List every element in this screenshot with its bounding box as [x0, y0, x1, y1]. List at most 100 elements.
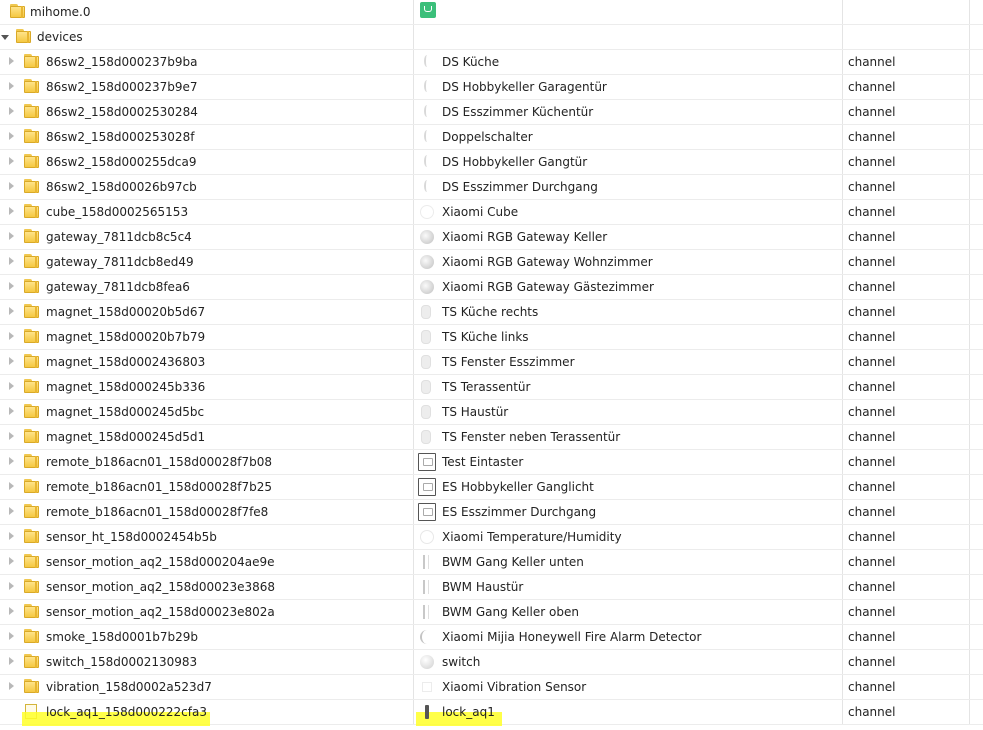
device-type-label: channel: [848, 330, 896, 344]
tree-row-device[interactable]: magnet_158d00020b5d67 TS Küche rechts chan…: [0, 300, 983, 325]
expand-arrow-icon[interactable]: [9, 182, 14, 190]
folder-icon: [24, 629, 40, 644]
folder-icon: [24, 179, 40, 194]
tree-row-device[interactable]: vibration_158d0002a523d7 Xiaomi Vibration…: [0, 675, 983, 700]
tree-row-device[interactable]: lock_aq1_158d000222cfa3 lock_aq1 channel: [0, 700, 983, 726]
expand-arrow-icon[interactable]: [9, 432, 14, 440]
device-type-label: channel: [848, 580, 896, 594]
tree-row-devices[interactable]: devices: [0, 25, 983, 50]
folder-icon: [24, 529, 40, 544]
device-name-label: TS Küche rechts: [442, 305, 539, 319]
folder-icon: [24, 679, 40, 694]
device-type-label: channel: [848, 55, 896, 69]
expand-arrow-icon[interactable]: [9, 232, 14, 240]
device-id-label: remote_b186acn01_158d00028f7b25: [46, 480, 272, 494]
tree-row-device[interactable]: sensor_motion_aq2_158d000204ae9e BWM Gang…: [0, 550, 983, 575]
tree-row-device[interactable]: sensor_motion_aq2_158d00023e3868 BWM Haus…: [0, 575, 983, 600]
device-name-label: TS Terassentür: [442, 380, 531, 394]
expand-arrow-icon[interactable]: [9, 582, 14, 590]
device-type-label: channel: [848, 255, 896, 269]
tree-row-device[interactable]: switch_158d0002130983 switch channel: [0, 650, 983, 675]
remote-device-icon: [418, 478, 436, 496]
device-name-label: switch: [442, 655, 481, 669]
tree-row-device[interactable]: sensor_motion_aq2_158d00023e802a BWM Gang…: [0, 600, 983, 625]
tree-row-device[interactable]: remote_b186acn01_158d00028f7b25 ES Hobbyk…: [0, 475, 983, 500]
device-name-label: BWM Gang Keller unten: [442, 555, 584, 569]
expand-arrow-icon[interactable]: [9, 557, 14, 565]
tree-row-root[interactable]: mihome.0: [0, 0, 983, 25]
device-name-label: Xiaomi Cube: [442, 205, 519, 219]
tree-row-device[interactable]: sensor_ht_158d0002454b5b Xiaomi Temperatu…: [0, 525, 983, 550]
motion-device-icon: [423, 605, 429, 619]
expand-arrow-icon[interactable]: [9, 482, 14, 490]
device-name-label: DS Esszimmer Durchgang: [442, 180, 598, 194]
tree-row-device[interactable]: remote_b186acn01_158d00028f7fe8 ES Esszim…: [0, 500, 983, 525]
expand-arrow-icon[interactable]: [9, 407, 14, 415]
tree-row-device[interactable]: cube_158d0002565153 Xiaomi Cube channel: [0, 200, 983, 225]
expand-arrow-icon[interactable]: [9, 257, 14, 265]
folder-icon: [24, 504, 40, 519]
folder-icon: [24, 654, 40, 669]
device-type-label: channel: [848, 655, 896, 669]
tree-row-device[interactable]: 86sw2_158d000237b9e7 DS Hobbykeller Garag…: [0, 75, 983, 100]
expand-arrow-icon[interactable]: [9, 382, 14, 390]
expand-arrow-icon[interactable]: [9, 107, 14, 115]
tree-row-device[interactable]: gateway_7811dcb8c5c4 Xiaomi RGB Gateway K…: [0, 225, 983, 250]
expand-arrow-icon[interactable]: [9, 157, 14, 165]
expand-arrow-icon[interactable]: [9, 632, 14, 640]
expand-arrow-icon[interactable]: [9, 657, 14, 665]
expand-arrow-icon[interactable]: [9, 332, 14, 340]
expand-arrow-icon[interactable]: [9, 607, 14, 615]
device-id-label: 86sw2_158d000253028f: [46, 130, 195, 144]
magnet-device-icon: [421, 305, 431, 319]
tree-row-device[interactable]: 86sw2_158d000253028f Doppelschalter channe…: [0, 125, 983, 150]
tree-row-device[interactable]: magnet_158d0002436803 TS Fenster Esszimme…: [0, 350, 983, 375]
folder-icon: [24, 379, 40, 394]
expand-arrow-icon[interactable]: [9, 307, 14, 315]
device-name-label: Xiaomi RGB Gateway Keller: [442, 230, 608, 244]
tree-row-device[interactable]: magnet_158d000245b336 TS Terassentür chann…: [0, 375, 983, 400]
expand-arrow-icon[interactable]: [9, 207, 14, 215]
collapse-arrow-icon[interactable]: [1, 35, 9, 40]
expand-arrow-icon[interactable]: [9, 57, 14, 65]
folder-icon: [24, 354, 40, 369]
folder-icon: [24, 229, 40, 244]
tree-row-device[interactable]: magnet_158d000245d5d1 TS Fenster neben Te…: [0, 425, 983, 450]
device-type-label: channel: [848, 380, 896, 394]
device-type-label: channel: [848, 180, 896, 194]
device-id-label: gateway_7811dcb8fea6: [46, 280, 190, 294]
tree-row-device[interactable]: 86sw2_158d000237b9ba DS Küche channel: [0, 50, 983, 75]
device-id-label: magnet_158d0002436803: [46, 355, 206, 369]
expand-arrow-icon[interactable]: [9, 682, 14, 690]
tree-row-device[interactable]: 86sw2_158d0002530284 DS Esszimmer Küchent…: [0, 100, 983, 125]
folder-icon: [24, 204, 40, 219]
device-name-label: TS Haustür: [442, 405, 509, 419]
expand-arrow-icon[interactable]: [9, 532, 14, 540]
expand-arrow-icon[interactable]: [9, 282, 14, 290]
device-name-label: Xiaomi Mijia Honeywell Fire Alarm Detect…: [442, 630, 702, 644]
tree-row-device[interactable]: magnet_158d000245d5bc TS Haustür channel: [0, 400, 983, 425]
device-name-label: Xiaomi RGB Gateway Gästezimmer: [442, 280, 654, 294]
tree-row-device[interactable]: gateway_7811dcb8fea6 Xiaomi RGB Gateway G…: [0, 275, 983, 300]
magnet-device-icon: [421, 380, 431, 394]
magnet-device-icon: [421, 430, 431, 444]
root-id-label: mihome.0: [30, 5, 91, 19]
device-id-label: sensor_motion_aq2_158d000204ae9e: [46, 555, 275, 569]
tree-row-device[interactable]: remote_b186acn01_158d00028f7b08 Test Eint…: [0, 450, 983, 475]
expand-arrow-icon[interactable]: [9, 507, 14, 515]
expand-arrow-icon[interactable]: [9, 457, 14, 465]
expand-arrow-icon[interactable]: [9, 132, 14, 140]
device-name-label: DS Hobbykeller Gangtür: [442, 155, 588, 169]
expand-arrow-icon[interactable]: [9, 82, 14, 90]
folder-icon: [24, 279, 40, 294]
expand-arrow-icon[interactable]: [9, 357, 14, 365]
device-type-label: channel: [848, 480, 896, 494]
switch-device-icon: [424, 130, 430, 142]
device-name-label: DS Küche: [442, 55, 500, 69]
device-id-label: 86sw2_158d0002530284: [46, 105, 198, 119]
tree-row-device[interactable]: smoke_158d0001b7b29b Xiaomi Mijia Honeywe…: [0, 625, 983, 650]
tree-row-device[interactable]: magnet_158d00020b7b79 TS Küche links chann…: [0, 325, 983, 350]
tree-row-device[interactable]: 86sw2_158d00026b97cb DS Esszimmer Durchga…: [0, 175, 983, 200]
tree-row-device[interactable]: gateway_7811dcb8ed49 Xiaomi RGB Gateway W…: [0, 250, 983, 275]
tree-row-device[interactable]: 86sw2_158d000255dca9 DS Hobbykeller Gangt…: [0, 150, 983, 175]
